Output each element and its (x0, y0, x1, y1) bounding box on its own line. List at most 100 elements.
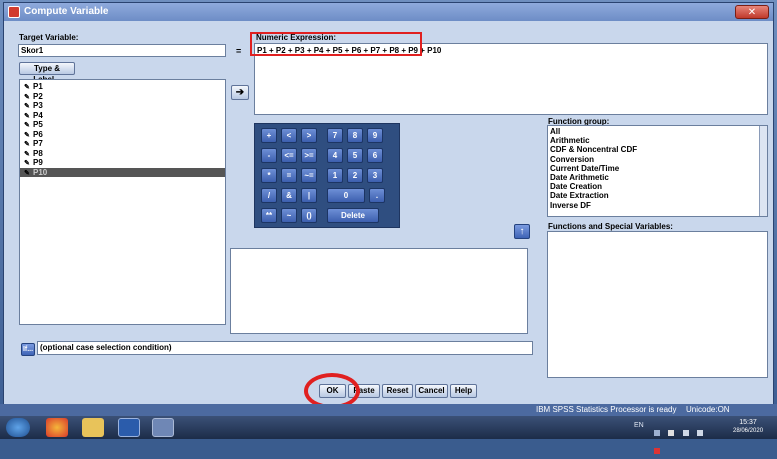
variable-item[interactable]: ✎ P9 (20, 158, 225, 168)
clock-date: 28/06/2020 (733, 428, 764, 434)
scale-variable-icon: ✎ (24, 112, 30, 120)
variable-item[interactable]: ✎ P1 (20, 82, 225, 92)
keypad-key[interactable]: 2 (347, 168, 363, 183)
variable-item-label: P7 (33, 139, 43, 148)
volume-icon[interactable] (682, 430, 689, 436)
keypad-key[interactable]: 6 (367, 148, 383, 163)
cancel-button[interactable]: Cancel (415, 384, 448, 398)
function-group-item[interactable]: Arithmetic (548, 136, 767, 145)
function-group-list[interactable]: All Arithmetic CDF & Noncentral CDF Convers… (547, 125, 768, 217)
scale-variable-icon: ✎ (24, 150, 30, 158)
target-variable-label: Target Variable: (19, 33, 79, 42)
scale-variable-icon: ✎ (24, 131, 30, 139)
function-group-item[interactable]: CDF & Noncentral CDF (548, 145, 767, 154)
scale-variable-icon: ✎ (24, 160, 30, 167)
folder-icon[interactable] (82, 418, 104, 437)
keypad-key[interactable]: 1 (327, 168, 343, 183)
if-button-label: If... (22, 346, 34, 353)
system-tray-icons[interactable] (654, 423, 714, 454)
keypad-key[interactable]: - (261, 148, 277, 163)
clock[interactable]: 15:37 28/06/2020 (733, 418, 763, 436)
help-button[interactable]: Help (450, 384, 477, 398)
keypad-key[interactable]: / (261, 188, 277, 203)
word-icon[interactable] (118, 418, 140, 437)
keypad-key[interactable]: * (261, 168, 277, 183)
functions-special-variables-list[interactable] (547, 231, 768, 378)
variable-item[interactable]: ✎ P10 (20, 167, 225, 177)
variable-item-label: P5 (33, 120, 43, 129)
keypad-key[interactable]: ~ (281, 208, 297, 223)
keypad-key[interactable]: 5 (347, 148, 363, 163)
keypad-key[interactable]: . (369, 188, 385, 203)
keypad-key[interactable]: ** (261, 208, 277, 223)
functions-special-variables-label: Functions and Special Variables: (548, 222, 673, 231)
keypad-key[interactable]: + (261, 128, 277, 143)
tray-arrow-icon[interactable] (654, 430, 660, 436)
keypad-key[interactable]: | (301, 188, 317, 203)
function-group-item[interactable]: Current Date/Time (548, 164, 767, 173)
function-group-item[interactable]: Date Extraction (548, 191, 767, 200)
variable-item-label: P6 (33, 129, 43, 139)
up-arrow-button[interactable]: ↑ (514, 224, 530, 239)
processor-status: IBM SPSS Statistics Processor is ready (536, 405, 677, 414)
function-group-item[interactable]: Inverse DF (548, 201, 767, 210)
source-variable-list[interactable]: ✎ P1 ✎ P2 ✎ P3 ✎ P4 ✎ P5 ✎ P6 ✎ P7 ✎ P8 ✎ P9 ✎ P10 (19, 79, 226, 325)
if-condition-field: (optional case selection condition) (37, 341, 533, 355)
scale-variable-icon: ✎ (24, 103, 30, 110)
keypad-key[interactable]: >= (301, 148, 317, 163)
variable-item-label: P10 (33, 167, 48, 177)
equals-sign: = (236, 46, 242, 56)
variable-item[interactable]: ✎ P5 (20, 120, 225, 130)
move-variable-arrow-button[interactable]: ➔ (231, 85, 249, 100)
keypad-key[interactable]: 3 (367, 168, 383, 183)
function-group-item[interactable]: All (548, 127, 767, 136)
variable-item-label: P2 (33, 91, 43, 101)
reset-button[interactable]: Reset (382, 384, 413, 398)
variable-item[interactable]: ✎ P4 (20, 111, 225, 121)
keypad-key[interactable]: = (281, 168, 297, 183)
variable-items: ✎ P1 ✎ P2 ✎ P3 ✎ P4 ✎ P5 ✎ P6 ✎ P7 ✎ P8 ✎ P9 ✎ P10 (20, 80, 225, 177)
keypad-key[interactable]: 9 (367, 128, 383, 143)
alert-icon[interactable] (654, 448, 660, 454)
type-and-label-button[interactable]: Type & Label... (19, 62, 75, 84)
compute-variable-dialog: Compute Variable ✕ Target Variable: Skor… (3, 2, 774, 416)
keypad-key[interactable]: 8 (347, 128, 363, 143)
function-group-scrollbar[interactable] (759, 126, 767, 216)
function-description-area (230, 248, 528, 334)
variable-item[interactable]: ✎ P8 (20, 149, 225, 159)
variable-item[interactable]: ✎ P2 (20, 92, 225, 102)
taskbar: EN 15:37 28/06/2020 (0, 416, 777, 454)
spss-icon[interactable] (152, 418, 174, 437)
if-button[interactable]: If... (21, 343, 35, 356)
scale-variable-icon: ✎ (24, 141, 30, 148)
keypad-key[interactable]: () (301, 208, 317, 223)
variable-item-label: P1 (33, 82, 43, 91)
keypad-key[interactable]: 0 (327, 188, 365, 203)
start-button-icon[interactable] (6, 418, 30, 437)
scale-variable-icon: ✎ (24, 169, 30, 177)
variable-item-label: P8 (33, 148, 43, 158)
keypad-key[interactable]: 4 (327, 148, 343, 163)
function-group-item[interactable]: Conversion (548, 155, 767, 164)
function-group-item[interactable]: Date Creation (548, 182, 767, 191)
browser-icon[interactable] (46, 418, 68, 437)
variable-item[interactable]: ✎ P7 (20, 139, 225, 149)
keypad-key[interactable]: ~= (301, 168, 317, 183)
variable-item[interactable]: ✎ P6 (20, 130, 225, 140)
keypad-key[interactable]: & (281, 188, 297, 203)
keypad-key[interactable]: > (301, 128, 317, 143)
function-group-item[interactable]: Date Arithmetic (548, 173, 767, 182)
keypad-key[interactable]: < (281, 128, 297, 143)
keypad-key[interactable]: 7 (327, 128, 343, 143)
keypad-key[interactable]: <= (281, 148, 297, 163)
variable-item[interactable]: ✎ P3 (20, 101, 225, 111)
app-icon (8, 6, 20, 18)
unicode-status: Unicode:ON (686, 405, 730, 414)
keypad-key[interactable]: Delete (327, 208, 379, 223)
language-indicator[interactable]: EN (634, 422, 644, 429)
tray-flag-icon[interactable] (668, 430, 675, 436)
network-icon[interactable] (697, 430, 704, 436)
close-button[interactable]: ✕ (735, 5, 769, 19)
target-variable-input[interactable]: Skor1 (18, 44, 226, 57)
title-bar[interactable]: Compute Variable ✕ (4, 3, 773, 21)
